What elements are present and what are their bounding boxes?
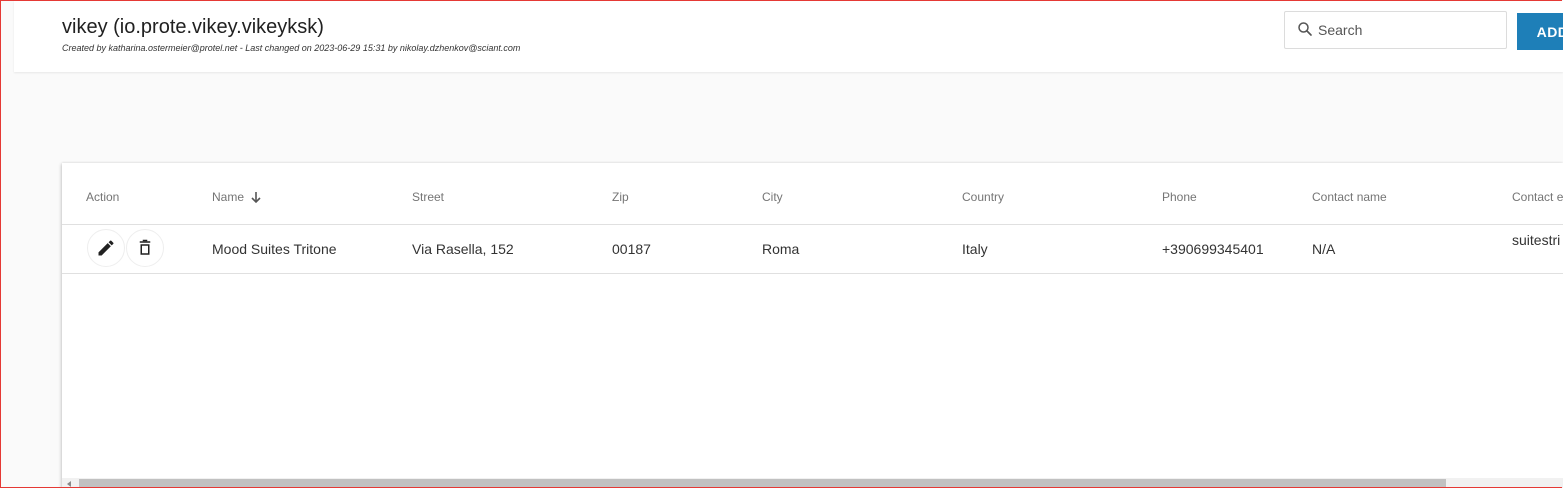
edit-button[interactable] <box>87 229 125 267</box>
table-card: Action Name Street Zip City Country Phon… <box>62 163 1563 488</box>
delete-button[interactable] <box>126 229 164 267</box>
cell-contact-name: N/A <box>1312 241 1336 257</box>
cell-name: Mood Suites Tritone <box>212 241 337 257</box>
add-button[interactable]: ADD <box>1517 13 1563 50</box>
cell-contact-email: suitestri t <box>1512 232 1563 248</box>
column-header-city[interactable]: City <box>762 190 783 204</box>
pencil-icon <box>98 240 114 256</box>
cell-country: Italy <box>962 241 988 257</box>
column-header-action: Action <box>86 190 120 204</box>
cell-phone: +390699345401 <box>1162 241 1264 257</box>
cell-street: Via Rasella, 152 <box>412 241 514 257</box>
column-header-zip[interactable]: Zip <box>612 190 629 204</box>
column-header-name[interactable]: Name <box>212 190 244 204</box>
horizontal-scrollbar[interactable] <box>62 478 1563 488</box>
table-row: Mood Suites Tritone Via Rasella, 152 001… <box>62 225 1563 274</box>
column-header-phone[interactable]: Phone <box>1162 190 1197 204</box>
search-icon <box>1298 22 1312 36</box>
column-header-street[interactable]: Street <box>412 190 444 204</box>
table-header: Action Name Street Zip City Country Phon… <box>62 163 1563 225</box>
search-box[interactable] <box>1284 11 1507 49</box>
column-header-contact-email[interactable]: Contact e <box>1512 190 1563 204</box>
scrollbar-thumb[interactable] <box>79 479 1446 488</box>
page-header: vikey (io.prote.vikey.vikeyksk) Created … <box>14 1 1563 72</box>
search-input[interactable] <box>1318 12 1498 48</box>
page-subtitle: Created by katharina.ostermeier@protel.n… <box>62 43 521 53</box>
arrow-down-icon[interactable] <box>250 191 262 203</box>
cell-city: Roma <box>762 241 800 257</box>
trash-icon <box>139 239 151 255</box>
page-title: vikey (io.prote.vikey.vikeyksk) <box>62 16 324 38</box>
scroll-left-arrow-icon[interactable] <box>66 481 72 487</box>
column-header-contact-name[interactable]: Contact name <box>1312 190 1387 204</box>
column-header-country[interactable]: Country <box>962 190 1004 204</box>
cell-zip: 00187 <box>612 241 651 257</box>
